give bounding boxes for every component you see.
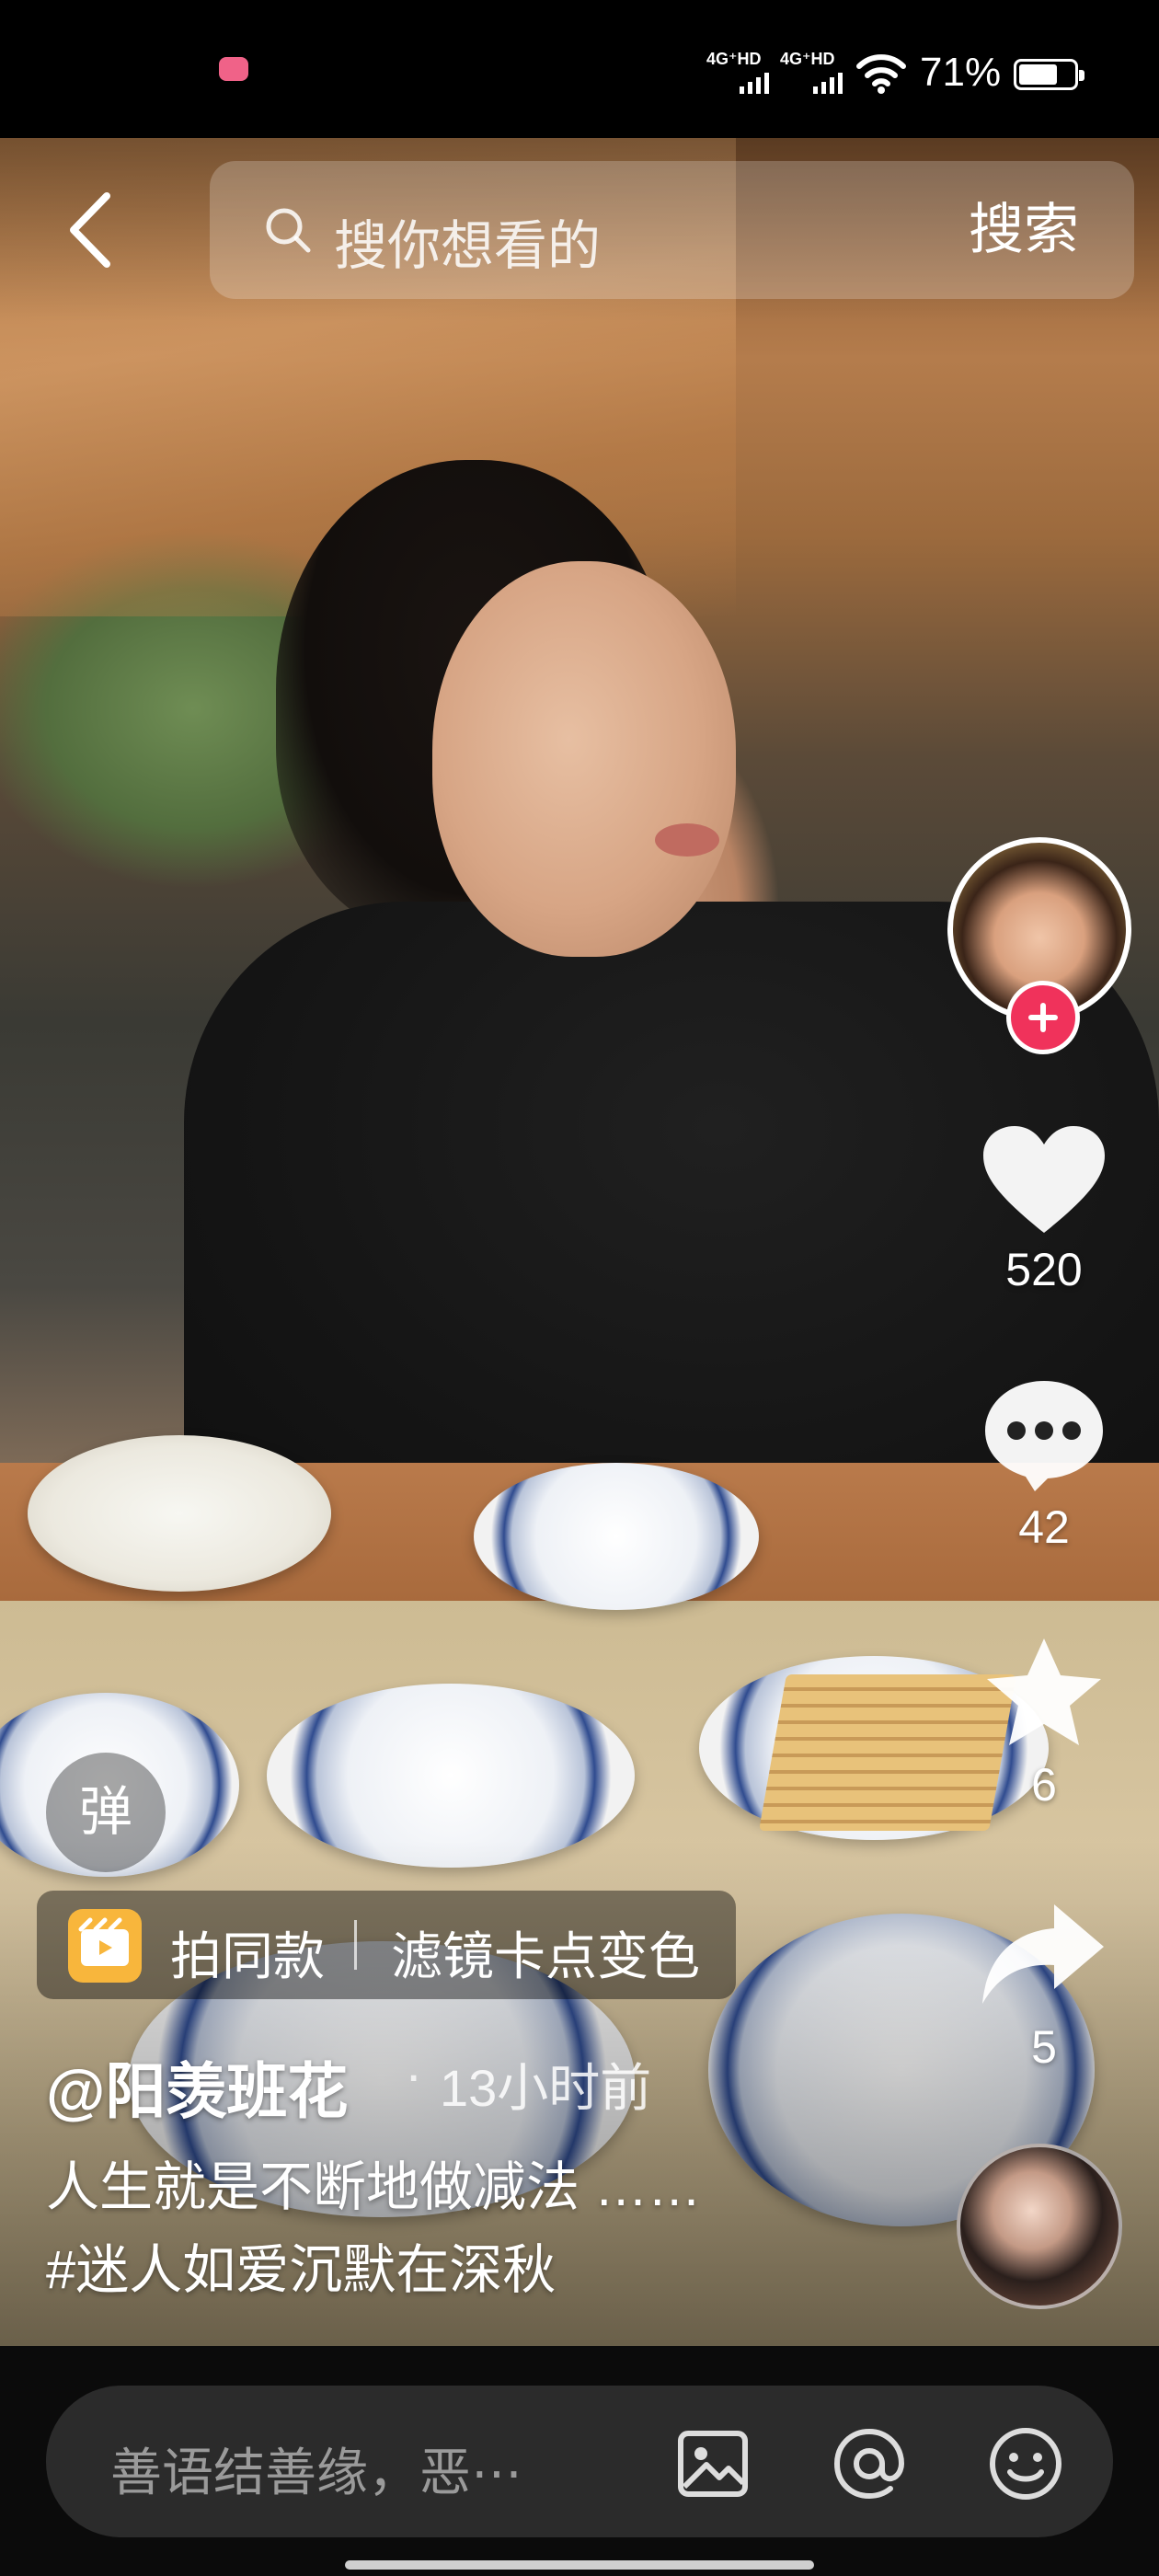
mention-at-icon[interactable] [828, 2422, 911, 2505]
back-chevron-icon[interactable] [61, 189, 125, 271]
share-arrow-icon [982, 1904, 1104, 2004]
battery-tip [1079, 70, 1084, 81]
status-bar: 4G⁺HD 4G⁺HD 71% [0, 0, 1159, 138]
favorite-count: 6 [1031, 1759, 1057, 1811]
photo-subject-face [432, 561, 736, 957]
search-bar[interactable]: 搜你想看的 搜索 [210, 161, 1134, 299]
search-button[interactable]: 搜索 [913, 161, 1134, 299]
star-icon [987, 1639, 1101, 1745]
follow-plus-icon[interactable] [1006, 981, 1080, 1054]
same-template-label: 拍同款 [170, 1927, 325, 1985]
photo-subject-lips [655, 823, 719, 857]
danmaku-toggle-button[interactable]: 弹 [46, 1753, 166, 1872]
cell-signal-1: 4G⁺HD [706, 50, 769, 94]
clapperboard-icon [68, 1909, 142, 1983]
hashtag-link[interactable]: #迷人如爱沉默在深秋 [46, 2226, 556, 2304]
signal-bars-icon [740, 73, 769, 94]
comment-count: 42 [1018, 1501, 1070, 1553]
author-name[interactable]: @阳羡班花 [46, 2042, 348, 2131]
search-input[interactable]: 搜你想看的 [334, 202, 601, 280]
like-button[interactable]: 520 [947, 1122, 1141, 1296]
cell-signal-2: 4G⁺HD [780, 50, 843, 94]
network-type-label: 4G⁺HD [706, 50, 762, 68]
photo-bowl [474, 1463, 759, 1610]
comment-input-bar[interactable]: 善语结善缘，恶⋯ [46, 2386, 1113, 2537]
battery-fill [1019, 64, 1057, 85]
search-icon [266, 208, 311, 253]
battery-percent: 71% [920, 50, 1002, 95]
caption-text[interactable]: 人生就是不断地做减法 …… [46, 2144, 701, 2221]
wifi-icon [856, 54, 906, 94]
emoji-icon[interactable] [984, 2422, 1067, 2505]
heart-icon [983, 1126, 1105, 1233]
share-button[interactable]: 5 [947, 1895, 1141, 2074]
photo-bowl [28, 1435, 331, 1592]
share-count: 5 [1031, 2021, 1057, 2073]
notification-icon [219, 57, 248, 81]
image-icon[interactable] [671, 2422, 754, 2505]
like-count: 520 [1005, 1244, 1083, 1295]
same-template-bar[interactable]: 拍同款 滤镜卡点变色 [37, 1891, 736, 1999]
battery-icon [1014, 59, 1084, 90]
home-indicator[interactable] [345, 2560, 814, 2570]
template-name: 滤镜卡点变色 [391, 1927, 700, 1985]
comment-bubble-icon [985, 1381, 1103, 1491]
comment-button[interactable]: 42 [947, 1375, 1141, 1554]
network-type-label: 4G⁺HD [780, 50, 835, 68]
music-disc-avatar[interactable] [957, 2144, 1122, 2309]
post-time: 13小时前 [440, 2059, 652, 2117]
comment-input[interactable]: 善语结善缘，恶⋯ [110, 2432, 522, 2506]
meta-separator: · [405, 2045, 423, 2105]
divider [354, 1920, 357, 1970]
favorite-button[interactable]: 6 [947, 1633, 1141, 1811]
signal-bars-icon [813, 73, 843, 94]
